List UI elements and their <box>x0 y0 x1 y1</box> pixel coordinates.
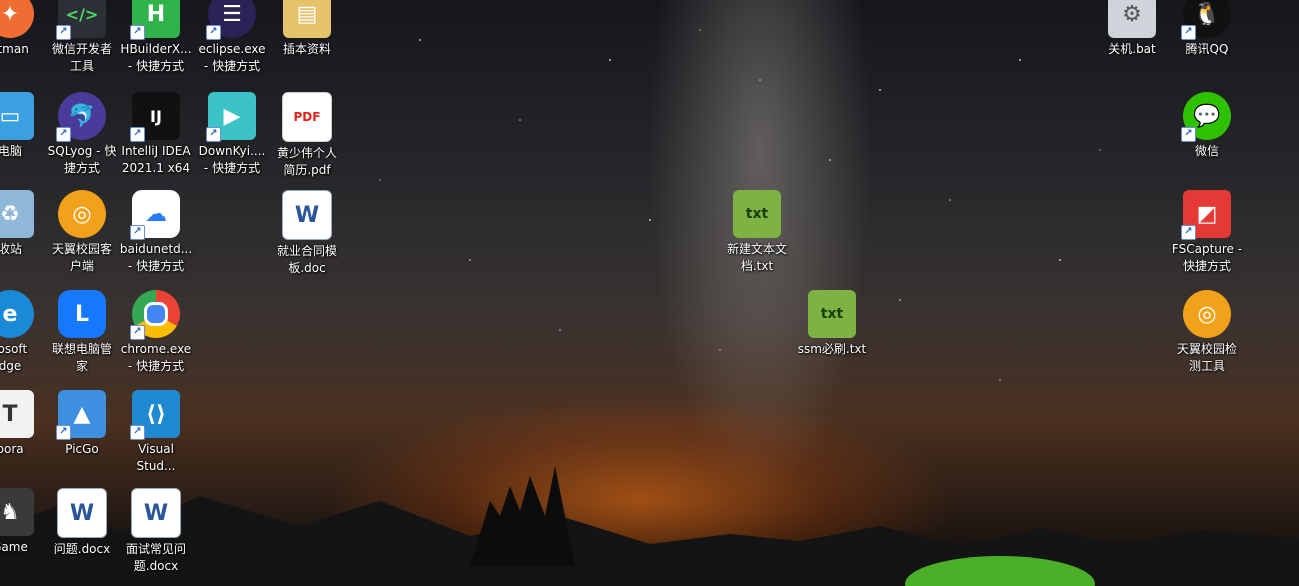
icon-label: DownKyi.... - 快捷方式 <box>198 144 266 175</box>
baidu-netdisk-icon: ☁ ↗ <box>130 190 180 240</box>
word-docx-icon: W <box>57 488 107 538</box>
typora-icon: T <box>0 390 34 438</box>
icon-label: FSCapture - 快捷方式 <box>1171 242 1243 273</box>
this-pc-shortcut[interactable]: ▭ 电脑 <box>0 92 48 188</box>
icon-label: rosoft dge <box>0 342 28 373</box>
sqlyog-shortcut[interactable]: 🐬 ↗ SQLyog - 快 捷方式 <box>44 92 120 188</box>
icon-label: baidunetd... - 快捷方式 <box>119 242 193 273</box>
this-pc-icon: ▭ <box>0 92 34 140</box>
icon-label: 天翼校园检 测工具 <box>1176 342 1237 373</box>
notepad-txt-icon: txt <box>733 190 781 238</box>
game-shortcut[interactable]: ♞ Game <box>0 488 48 584</box>
word-docx-icon: W <box>131 488 181 538</box>
intellij-icon: IJ ↗ <box>130 92 180 142</box>
eclipse-icon: ☰ ↗ <box>206 0 256 40</box>
tianyi-client-shortcut[interactable]: ◎ 天翼校园客 户端 <box>44 190 120 286</box>
postman-icon: ✦↗ <box>0 0 34 38</box>
icon-label: stman <box>0 42 29 56</box>
word-doc-icon: W <box>282 190 332 240</box>
folder-icon: ▤ <box>283 0 331 38</box>
tianyi-check-icon: ◎ <box>1183 290 1231 338</box>
shutdown-bat-file[interactable]: ⚙ 关机.bat <box>1094 0 1170 86</box>
icon-label: 黄少伟个人 简历.pdf <box>276 146 337 177</box>
edge-shortcut[interactable]: e↗ rosoft dge <box>0 290 48 386</box>
chrome-shortcut[interactable]: ↗ chrome.exe - 快捷方式 <box>118 290 194 386</box>
icon-label: chrome.exe - 快捷方式 <box>120 342 192 373</box>
icon-label: 收站 <box>0 242 22 256</box>
hbuilderx-shortcut[interactable]: H ↗ HBuilderX... - 快捷方式 <box>118 0 194 86</box>
icon-label: eclipse.exe - 快捷方式 <box>198 42 266 73</box>
icon-label: Visual Stud... <box>136 442 176 473</box>
icon-label: 联想电脑管 家 <box>51 342 112 373</box>
wechat-devtools-shortcut[interactable]: </> ↗ 微信开发者 工具 <box>44 0 120 86</box>
edge-icon: e↗ <box>0 290 34 338</box>
intellij-shortcut[interactable]: IJ ↗ IntelliJ IDEA 2021.1 x64 <box>118 92 194 188</box>
hbuilderx-icon: H ↗ <box>130 0 180 40</box>
problem-docx-file[interactable]: W 问题.docx <box>44 488 120 584</box>
pdf-icon: PDF <box>282 92 332 142</box>
picgo-icon: ▲ ↗ <box>56 390 106 440</box>
icon-label: 天翼校园客 户端 <box>51 242 112 273</box>
icon-label: pora <box>0 442 24 456</box>
recycle-bin-shortcut[interactable]: ♻ 收站 <box>0 190 48 286</box>
chrome-icon: ↗ <box>130 290 180 340</box>
icon-label: PicGo <box>65 442 99 456</box>
postman-shortcut[interactable]: ✦↗ stman <box>0 0 48 86</box>
bat-file-icon: ⚙ <box>1108 0 1156 38</box>
new-text-file[interactable]: txt 新建文本文 档.txt <box>719 190 795 286</box>
lenovo-manager-icon: L <box>58 290 106 338</box>
icon-label: 面试常见问 题.docx <box>125 542 186 573</box>
icon-label: 微信 <box>1194 144 1219 158</box>
downkyi-icon: ▶ ↗ <box>206 92 256 142</box>
icon-label: Game <box>0 540 28 554</box>
vscode-shortcut[interactable]: ⟨⟩ ↗ Visual Stud... <box>118 390 194 486</box>
icon-label: 插本资料 <box>282 42 331 56</box>
icon-label: 电脑 <box>0 144 22 158</box>
recycle-bin-icon: ♻ <box>0 190 34 238</box>
wechat-devtools-icon: </> ↗ <box>56 0 106 40</box>
mountains-silhouette <box>0 466 1299 586</box>
icon-label: ssm必刷.txt <box>797 342 867 356</box>
fscapture-shortcut[interactable]: ◩ ↗ FSCapture - 快捷方式 <box>1169 190 1245 286</box>
icon-label: 腾讯QQ <box>1185 42 1229 56</box>
wechat-shortcut[interactable]: 💬 ↗ 微信 <box>1169 92 1245 188</box>
icon-label: 就业合同模 板.doc <box>276 244 337 275</box>
icon-label: 关机.bat <box>1108 42 1156 56</box>
qq-icon: 🐧 ↗ <box>1181 0 1231 40</box>
desktop: ✦↗ stman ▭ 电脑 ♻ 收站 e↗ rosoft dge T pora … <box>0 0 1299 586</box>
icon-label: HBuilderX... - 快捷方式 <box>120 42 192 73</box>
icon-label: 问题.docx <box>53 542 111 556</box>
icon-label: IntelliJ IDEA 2021.1 x64 <box>121 144 191 175</box>
tianyi-client-icon: ◎ <box>58 190 106 238</box>
eclipse-shortcut[interactable]: ☰ ↗ eclipse.exe - 快捷方式 <box>194 0 270 86</box>
baidu-netdisk-shortcut[interactable]: ☁ ↗ baidunetd... - 快捷方式 <box>118 190 194 286</box>
icon-label: SQLyog - 快 捷方式 <box>47 144 117 175</box>
downkyi-shortcut[interactable]: ▶ ↗ DownKyi.... - 快捷方式 <box>194 92 270 188</box>
typora-shortcut[interactable]: T pora <box>0 390 48 486</box>
game-icon: ♞ <box>0 488 34 536</box>
vscode-icon: ⟨⟩ ↗ <box>130 390 180 440</box>
notepad-txt-icon: txt <box>808 290 856 338</box>
wechat-icon: 💬 ↗ <box>1181 92 1231 142</box>
ssm-text-file[interactable]: txt ssm必刷.txt <box>794 290 870 386</box>
icon-label: 新建文本文 档.txt <box>726 242 787 273</box>
contract-doc-file[interactable]: W 就业合同模 板.doc <box>269 190 345 286</box>
interview-docx-file[interactable]: W 面试常见问 题.docx <box>118 488 194 584</box>
sqlyog-icon: 🐬 ↗ <box>56 92 106 142</box>
resume-pdf-file[interactable]: PDF 黄少伟个人 简历.pdf <box>269 92 345 188</box>
fscapture-icon: ◩ ↗ <box>1181 190 1231 240</box>
lenovo-manager-shortcut[interactable]: L 联想电脑管 家 <box>44 290 120 386</box>
tianyi-check-shortcut[interactable]: ◎ 天翼校园检 测工具 <box>1169 290 1245 386</box>
qq-shortcut[interactable]: 🐧 ↗ 腾讯QQ <box>1169 0 1245 86</box>
icon-label: 微信开发者 工具 <box>51 42 112 73</box>
study-materials-folder[interactable]: ▤ 插本资料 <box>269 0 345 86</box>
picgo-shortcut[interactable]: ▲ ↗ PicGo <box>44 390 120 486</box>
